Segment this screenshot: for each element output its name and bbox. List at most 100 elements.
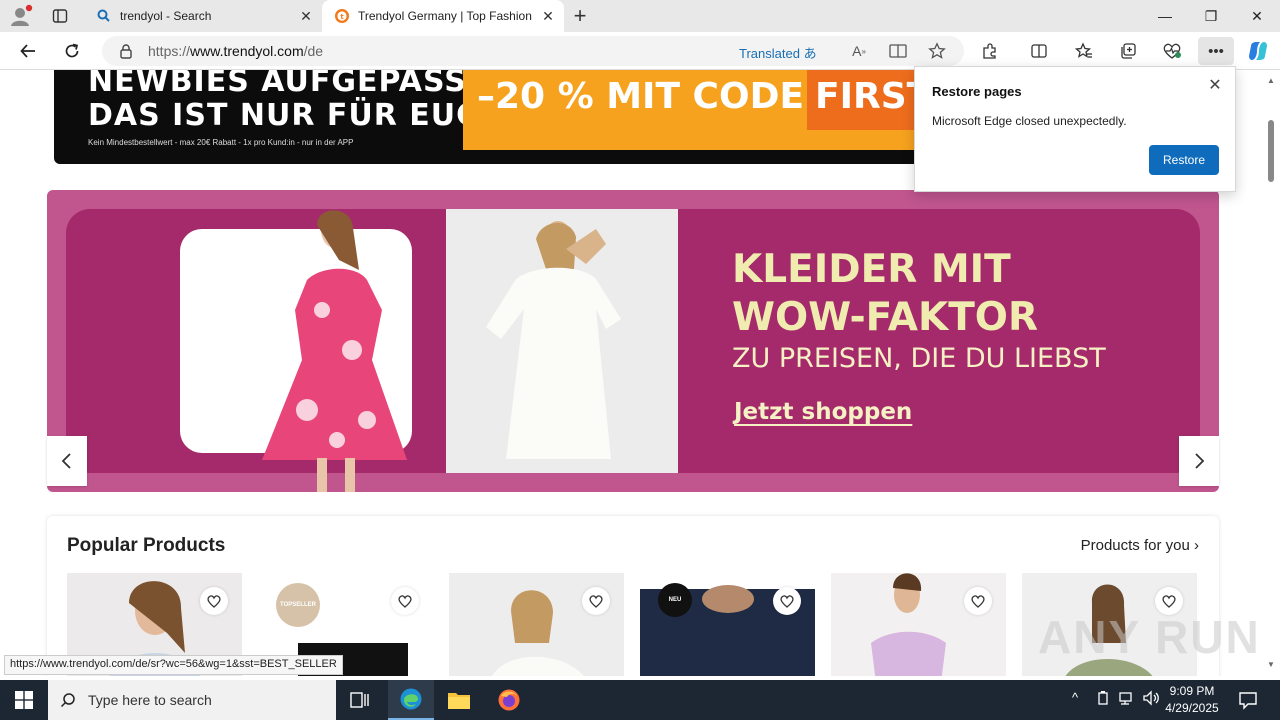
carousel-next-button[interactable]	[1179, 436, 1219, 486]
hero-model-pink-dress	[262, 210, 407, 492]
refresh-button[interactable]	[58, 37, 86, 65]
scroll-down-arrow-icon[interactable]: ▼	[1267, 660, 1275, 669]
tab-bar: trendyol - Search ✕ t Trendyol Germany |…	[0, 0, 1280, 32]
start-button[interactable]	[0, 680, 48, 720]
chevron-left-icon	[61, 453, 71, 469]
taskbar-clock[interactable]: 9:09 PM 4/29/2025	[1160, 683, 1224, 717]
translate-icon: あ	[803, 46, 817, 61]
scroll-thumb[interactable]	[1268, 120, 1274, 182]
copilot-button[interactable]	[1244, 37, 1272, 65]
tab-actions-button[interactable]	[46, 4, 74, 28]
shop-now-link[interactable]: Jetzt shoppen	[734, 399, 912, 425]
favorite-heart-button[interactable]	[582, 587, 610, 615]
favorites-button[interactable]	[1070, 37, 1098, 65]
status-url-tooltip: https://www.trendyol.com/de/sr?wc=56&wg=…	[4, 655, 343, 675]
settings-more-button[interactable]: •••	[1198, 37, 1234, 65]
volume-icon[interactable]	[1142, 690, 1160, 709]
browser-essentials-button[interactable]	[1158, 37, 1186, 65]
lock-icon[interactable]	[118, 43, 134, 59]
promo-banner[interactable]: NEWBIES AUFGEPASST! DAS IST NUR FÜR EUCH…	[54, 70, 924, 164]
heart-icon	[971, 595, 985, 608]
minimize-button[interactable]: —	[1142, 0, 1188, 32]
popup-message: Microsoft Edge closed unexpectedly.	[932, 114, 1127, 128]
taskbar-edge-app[interactable]	[388, 680, 434, 720]
new-badge: NEU	[658, 583, 692, 617]
heartbeat-icon	[1163, 43, 1181, 59]
chevron-right-icon: ›	[1194, 537, 1199, 554]
refresh-icon	[65, 43, 79, 58]
carousel-prev-button[interactable]	[47, 436, 87, 486]
taskbar-file-explorer-app[interactable]	[436, 680, 482, 720]
promo-fine-print: Kein Mindestbestellwert - max 20€ Rabatt…	[88, 138, 354, 147]
collections-icon	[1121, 43, 1136, 59]
search-icon	[60, 692, 76, 708]
split-screen-button[interactable]	[1025, 37, 1053, 65]
tab-trendyol[interactable]: t Trendyol Germany | Top Fashion ✕	[322, 0, 564, 32]
hero-banner[interactable]: KLEIDER MIT WOW-FAKTOR ZU PREISEN, DIE D…	[47, 190, 1219, 492]
heart-icon	[398, 595, 412, 608]
hero-title-line1: KLEIDER MIT	[732, 247, 1011, 292]
task-view-icon	[350, 692, 369, 708]
taskbar-search-box[interactable]: Type here to search	[48, 680, 336, 720]
hero-photo-white-dress	[446, 209, 678, 473]
heart-icon	[207, 595, 221, 608]
firefox-icon	[498, 689, 520, 711]
promo-line1: NEWBIES AUFGEPASST!	[88, 70, 503, 99]
read-aloud-icon[interactable]: A»	[848, 40, 870, 62]
profile-icon	[11, 4, 33, 26]
copilot-icon	[1249, 42, 1267, 60]
favorite-heart-button[interactable]	[964, 587, 992, 615]
favorite-heart-button[interactable]	[773, 587, 801, 615]
close-tab-icon[interactable]: ✕	[298, 8, 314, 24]
favorite-star-icon[interactable]	[926, 40, 948, 62]
battery-icon[interactable]	[1096, 690, 1110, 709]
immersive-reader-icon[interactable]	[887, 40, 909, 62]
close-tab-icon[interactable]: ✕	[540, 8, 556, 24]
collections-button[interactable]	[1114, 37, 1142, 65]
profile-button[interactable]	[8, 4, 34, 28]
notification-center-button[interactable]	[1236, 688, 1260, 712]
favorite-heart-button[interactable]	[391, 587, 419, 615]
close-window-button[interactable]: ✕	[1234, 0, 1280, 32]
new-tab-button[interactable]: +	[568, 3, 592, 28]
puzzle-icon	[983, 43, 996, 59]
promo-line2: DAS IST NUR FÜR EUCH	[88, 98, 506, 133]
products-for-you-link[interactable]: Products for you ›	[1081, 537, 1199, 554]
taskbar-firefox-app[interactable]	[486, 680, 532, 720]
back-button[interactable]	[14, 37, 42, 65]
url-scheme: https://	[148, 43, 191, 59]
product-card[interactable]: NEU	[640, 573, 815, 676]
windows-taskbar: Type here to search ^ 9:09 PM 4/29/2025	[0, 680, 1280, 720]
products-for-you-label: Products for you	[1080, 537, 1190, 554]
url-text[interactable]: https://www.trendyol.com/de	[148, 43, 323, 59]
product-card[interactable]	[449, 573, 624, 676]
close-icon[interactable]: ✕	[1205, 75, 1225, 95]
folder-icon	[448, 693, 470, 709]
show-hidden-icons-button[interactable]: ^	[1072, 690, 1078, 705]
hero-title-line2: WOW-FAKTOR	[732, 295, 1038, 340]
favorites-icon	[1075, 42, 1092, 58]
scroll-up-arrow-icon[interactable]: ▲	[1267, 76, 1275, 85]
product-card[interactable]	[831, 573, 1006, 676]
clock-time: 9:09 PM	[1169, 684, 1215, 698]
favorite-heart-button[interactable]	[200, 587, 228, 615]
watermark: ANY RUN	[1038, 611, 1261, 663]
url-path: /de	[303, 43, 324, 59]
page-scrollbar[interactable]: ▲ ▼	[1262, 70, 1280, 676]
extensions-button[interactable]	[976, 37, 1004, 65]
tab-search[interactable]: trendyol - Search ✕	[84, 0, 322, 32]
restore-button[interactable]: Restore	[1149, 145, 1219, 175]
translated-indicator[interactable]: Translated あ	[739, 43, 817, 62]
notification-icon	[1239, 692, 1257, 710]
network-icon[interactable]	[1118, 690, 1136, 709]
translated-label: Translated	[739, 46, 800, 61]
tab-actions-icon	[52, 9, 68, 23]
restore-window-button[interactable]: ❐	[1188, 0, 1234, 32]
promo-code-value: FIRST	[807, 70, 924, 130]
address-bar[interactable]: https://www.trendyol.com/de Translated あ…	[102, 36, 964, 66]
hero-subtitle: ZU PREISEN, DIE DU LIEBST	[732, 343, 1106, 374]
promo-code-text: –20 % MIT CODE:	[477, 76, 819, 117]
edge-icon	[400, 688, 422, 710]
task-view-button[interactable]	[337, 680, 383, 720]
restore-window-icon: ❐	[1204, 7, 1218, 24]
